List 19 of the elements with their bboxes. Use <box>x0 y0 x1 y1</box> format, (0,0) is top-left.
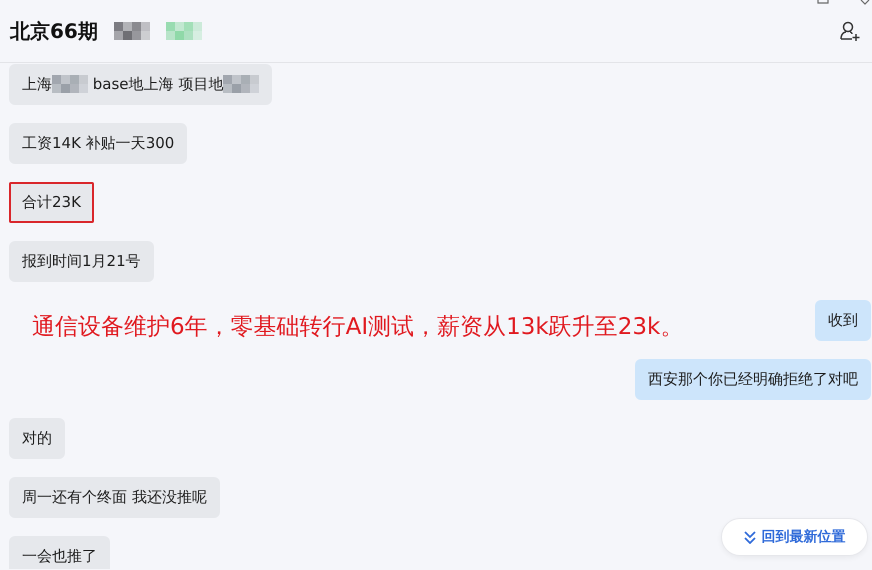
double-chevron-down-icon <box>744 530 756 544</box>
add-member-icon[interactable] <box>838 19 862 43</box>
message-text: base地上海 项目地 <box>92 74 224 95</box>
jump-to-latest-button[interactable]: 回到最新位置 <box>721 518 868 556</box>
message-bubble: 收到 <box>815 300 871 340</box>
message-bubble: 报到时间1月21号 <box>9 241 154 282</box>
highlighted-message-bubble: 合计23K <box>9 182 94 222</box>
close-icon[interactable] <box>860 0 870 5</box>
message-bubble: 对的 <box>9 418 65 458</box>
message-bubble: 西安那个你已经明确拒绝了对吧 <box>635 359 871 400</box>
chat-title: 北京66期 <box>10 18 98 45</box>
message-bubble: 工资14K 补贴一天300 <box>9 123 188 164</box>
minimize-icon[interactable] <box>817 0 829 4</box>
message-text: 上海 <box>22 74 52 95</box>
redacted-area <box>223 75 260 94</box>
message-bubble: 一会也推了 <box>9 536 110 569</box>
message-bubble: 周一还有个终面 我还没推呢 <box>9 477 220 518</box>
annotation-text: 通信设备维护6年，零基础转行AI测试，薪资从13k跃升至23k。 <box>32 313 684 342</box>
redacted-area <box>52 75 88 94</box>
